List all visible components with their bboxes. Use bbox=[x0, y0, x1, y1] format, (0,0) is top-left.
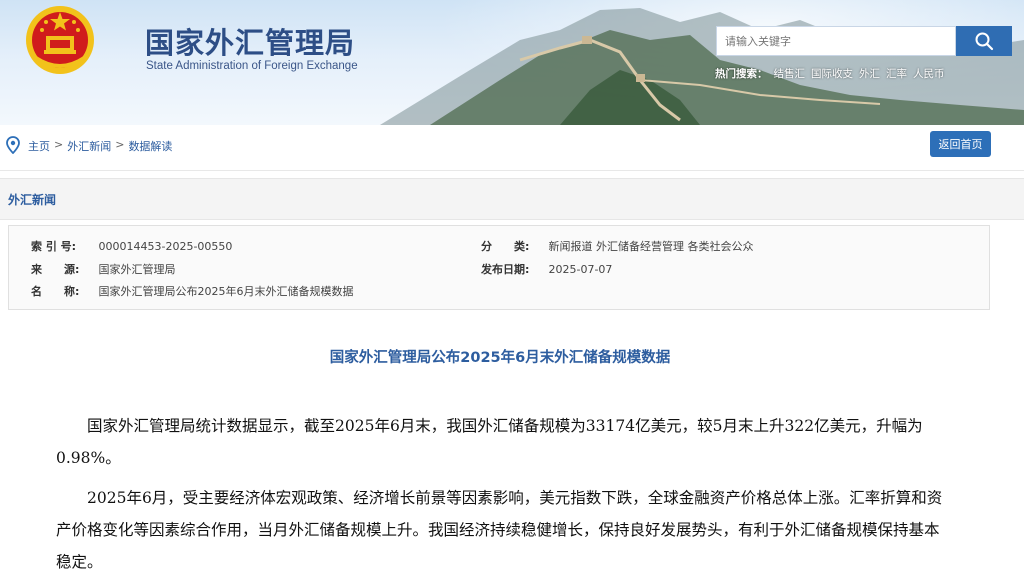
meta-date-value: 2025-07-07 bbox=[548, 263, 613, 276]
section-title: 外汇新闻 bbox=[8, 193, 57, 207]
breadcrumb-separator: > bbox=[54, 138, 64, 151]
breadcrumb-data[interactable]: 数据解读 bbox=[128, 138, 172, 154]
meta-date: 发布日期: 2025-07-07 bbox=[481, 261, 612, 277]
hot-search-label: 热门搜索： bbox=[715, 68, 768, 80]
breadcrumb-separator: > bbox=[115, 138, 125, 151]
breadcrumb-home[interactable]: 主页 bbox=[28, 138, 50, 154]
meta-name: 名 称: 国家外汇管理局公布2025年6月末外汇储备规模数据 bbox=[31, 283, 354, 299]
hot-search-link[interactable]: 外汇 bbox=[859, 66, 880, 81]
hot-search: 热门搜索： 结售汇 国际收支 外汇 汇率 人民币 bbox=[715, 66, 945, 81]
article-paragraph: 国家外汇管理局统计数据显示，截至2025年6月末，我国外汇储备规模为33174亿… bbox=[56, 417, 923, 467]
hot-search-link[interactable]: 汇率 bbox=[886, 66, 907, 81]
article-title: 国家外汇管理局公布2025年6月末外汇储备规模数据 bbox=[329, 350, 671, 366]
national-emblem-icon bbox=[26, 6, 94, 74]
search-input[interactable] bbox=[717, 27, 955, 55]
site-title: 国家外汇管理局 bbox=[145, 26, 356, 60]
hot-search-link[interactable]: 国际收支 bbox=[811, 66, 853, 81]
document-meta: 索 引 号: 000014453-2025-00550 分 类: 新闻报道 外汇… bbox=[8, 225, 990, 310]
meta-category: 分 类: 新闻报道 外汇储备经营管理 各类社会公众 bbox=[481, 238, 754, 254]
section-header: 外汇新闻 bbox=[0, 178, 1024, 220]
search-icon bbox=[975, 32, 994, 51]
search-box bbox=[716, 26, 956, 56]
return-home-button[interactable]: 返回首页 bbox=[930, 131, 991, 157]
site-subtitle: State Administration of Foreign Exchange bbox=[146, 60, 358, 72]
meta-source-value: 国家外汇管理局 bbox=[98, 263, 176, 276]
meta-name-label: 名 称: bbox=[31, 285, 80, 298]
header-banner: 国家外汇管理局 State Administration of Foreign … bbox=[0, 0, 1024, 125]
page: 国家外汇管理局 State Administration of Foreign … bbox=[0, 0, 1024, 587]
meta-index-label: 索 引 号: bbox=[31, 240, 77, 253]
meta-category-label: 分 类: bbox=[481, 240, 530, 253]
meta-category-value: 新闻报道 外汇储备经营管理 各类社会公众 bbox=[548, 240, 754, 253]
breadcrumb-bar: 主页 > 外汇新闻 > 数据解读 返回首页 bbox=[0, 125, 1024, 171]
meta-source-label: 来 源: bbox=[31, 263, 80, 276]
meta-index: 索 引 号: 000014453-2025-00550 bbox=[31, 238, 232, 254]
meta-name-value: 国家外汇管理局公布2025年6月末外汇储备规模数据 bbox=[98, 285, 354, 298]
meta-date-label: 发布日期: bbox=[481, 263, 530, 276]
meta-index-value: 000014453-2025-00550 bbox=[98, 240, 233, 253]
location-pin-icon bbox=[6, 136, 20, 154]
hot-search-link[interactable]: 结售汇 bbox=[774, 66, 806, 81]
article-paragraph: 2025年6月，受主要经济体宏观政策、经济增长前景等因素影响，美元指数下跌，全球… bbox=[56, 489, 943, 571]
hot-search-link[interactable]: 人民币 bbox=[913, 66, 945, 81]
search-button[interactable] bbox=[956, 26, 1012, 56]
breadcrumb-news[interactable]: 外汇新闻 bbox=[67, 138, 111, 154]
breadcrumb: 主页 > 外汇新闻 > 数据解读 bbox=[28, 138, 172, 154]
meta-source: 来 源: 国家外汇管理局 bbox=[31, 261, 176, 277]
